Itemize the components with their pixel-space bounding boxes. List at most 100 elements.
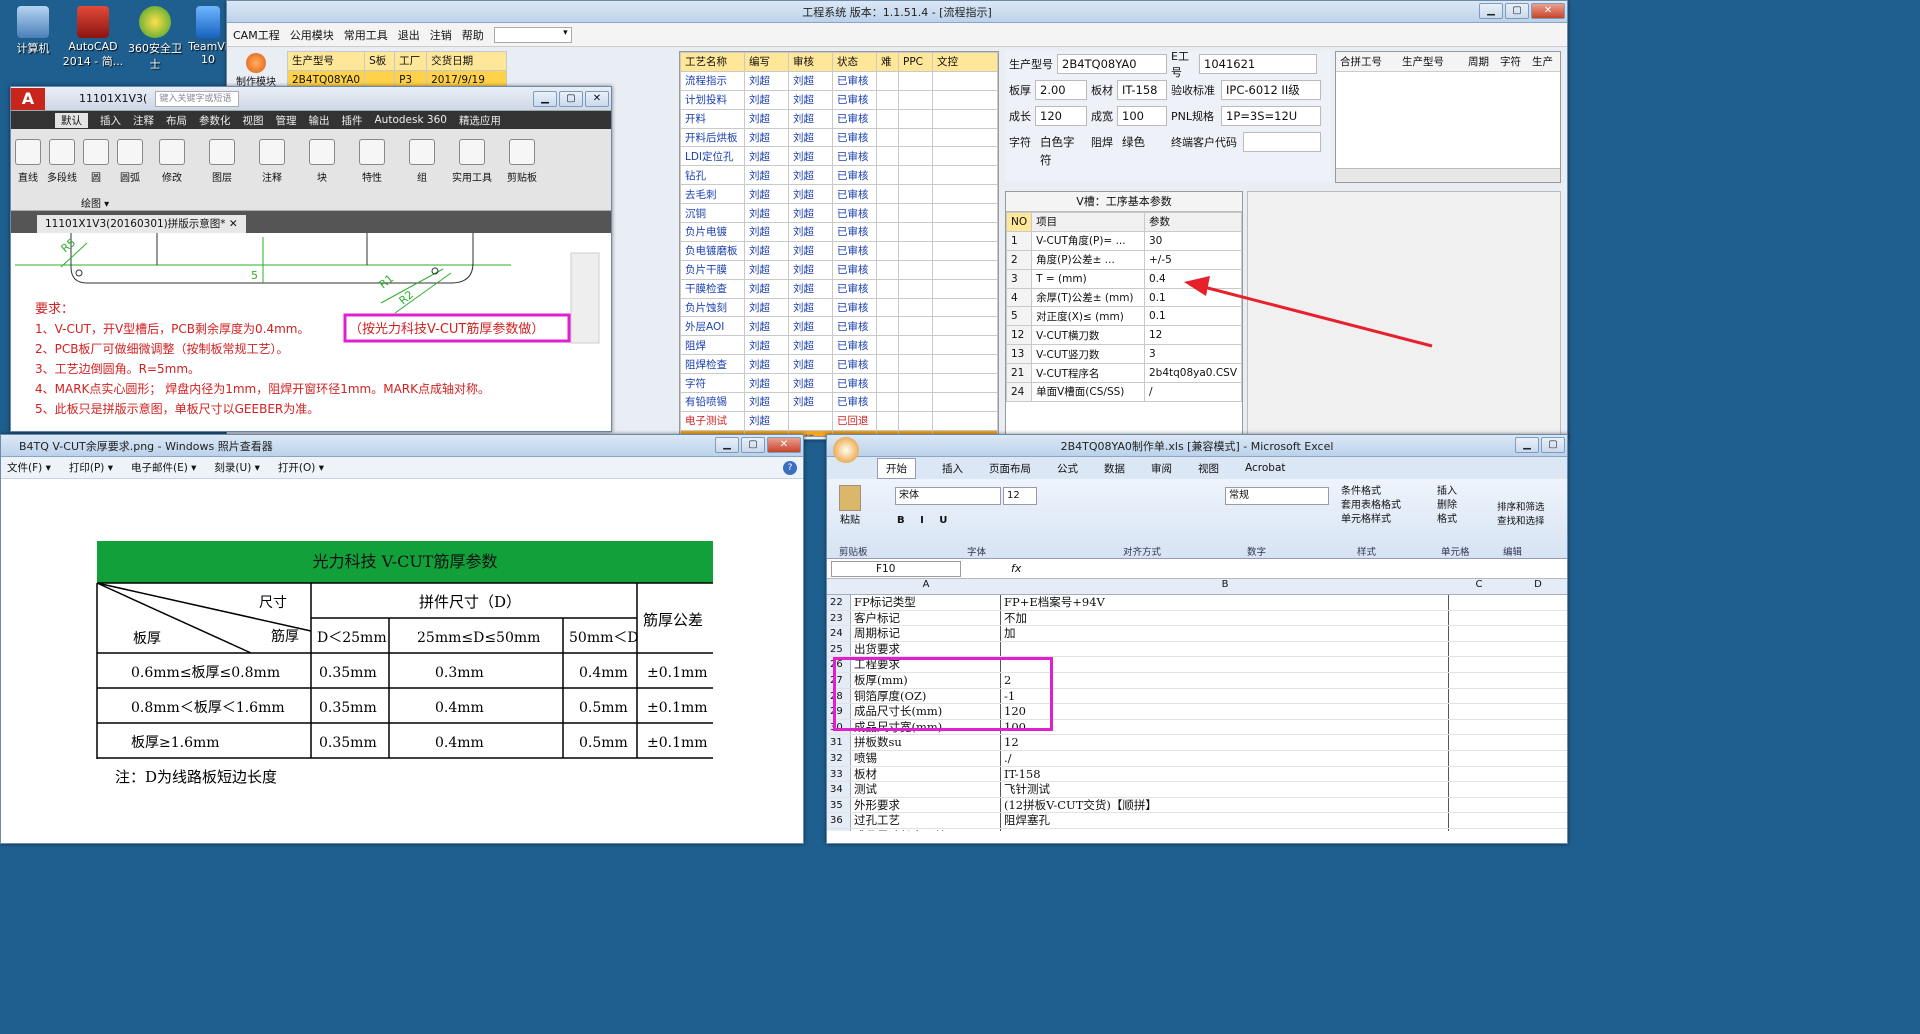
process-row[interactable]: 负电镀磨板 刘超 刘超 已审核: [680, 240, 998, 261]
viewer-menu-open[interactable]: 打开(O) ▾: [278, 460, 324, 475]
menu-help[interactable]: 帮助: [462, 27, 484, 43]
excel-tab[interactable]: 数据: [1104, 461, 1125, 476]
menu-cam[interactable]: CAM工程: [233, 27, 280, 43]
desktop-icon-computer[interactable]: 计算机: [2, 6, 64, 56]
sheet-cell[interactable]: 2: [1001, 672, 1449, 688]
viewer-close-button[interactable]: ✕: [767, 437, 801, 453]
mask-field[interactable]: 绿色: [1117, 132, 1167, 152]
cad-tool-button[interactable]: 组: [397, 133, 447, 210]
excel-tab[interactable]: 页面布局: [989, 461, 1031, 476]
close-button[interactable]: ✕: [1531, 3, 1565, 19]
desktop-icon-teamviewer[interactable]: TeamVi 10: [188, 6, 228, 66]
prod-field[interactable]: 2B4TQ08YA0: [1057, 54, 1167, 74]
excel-maximize-button[interactable]: ▢: [1541, 437, 1565, 453]
row-header[interactable]: 25: [827, 641, 851, 657]
insert-cells-button[interactable]: 插入: [1437, 485, 1457, 499]
process-row[interactable]: 沉铜 刘超 刘超 已审核: [680, 203, 998, 224]
cad-tool-button[interactable]: 剪贴板: [497, 133, 547, 210]
row-header[interactable]: 36: [827, 813, 851, 828]
process-row[interactable]: 计划投料 刘超 刘超 已审核: [680, 89, 998, 110]
vcut-row[interactable]: 24 单面V槽面(CS/SS) /: [1005, 382, 1243, 402]
cad-maximize-button[interactable]: ▢: [559, 91, 583, 107]
menu-exit[interactable]: 退出: [398, 27, 420, 43]
cad-search-input[interactable]: 键入关键字或短语: [155, 90, 240, 107]
sheet-cell[interactable]: 100: [1001, 719, 1449, 735]
sheet-cell[interactable]: 出货要求: [851, 641, 1001, 657]
viewer-minimize-button[interactable]: ▁: [715, 437, 739, 453]
cad-tab[interactable]: Autodesk 360: [375, 114, 447, 126]
char-field[interactable]: 白色字符: [1035, 132, 1087, 167]
process-row[interactable]: 钻孔 刘超 刘超 已审核: [680, 165, 998, 186]
menu-common[interactable]: 公用模块: [290, 27, 334, 43]
viewer-menu-email[interactable]: 电子邮件(E) ▾: [131, 460, 196, 475]
row-header[interactable]: 37: [827, 828, 851, 831]
cad-tool-button[interactable]: 特性: [347, 133, 397, 210]
sheet-cell[interactable]: 阻焊塞孔: [1001, 813, 1449, 828]
sheet-cell[interactable]: 12: [1001, 735, 1449, 750]
cad-tool-button[interactable]: 块: [297, 133, 347, 210]
merge-scrollbar[interactable]: [1336, 168, 1560, 182]
row-header[interactable]: 22: [827, 595, 851, 610]
cad-tool-button[interactable]: 圆弧: [113, 133, 147, 210]
process-row[interactable]: 流程指示 刘超 刘超 已审核: [680, 70, 998, 91]
process-row[interactable]: 有铅喷锡 刘超 刘超 已审核: [680, 392, 998, 412]
table-format-button[interactable]: 套用表格格式: [1341, 499, 1401, 513]
vcut-row[interactable]: 1 V-CUT角度(P)= ... 30: [1005, 230, 1243, 251]
sheet-cell[interactable]: [1001, 657, 1449, 672]
row-header[interactable]: 33: [827, 766, 851, 782]
length-field[interactable]: 120: [1035, 106, 1087, 126]
excel-tab[interactable]: 开始: [877, 457, 916, 479]
cad-minimize-button[interactable]: ▁: [533, 91, 557, 107]
menu-combo[interactable]: ▾: [493, 26, 572, 43]
cad-tab[interactable]: 注释: [133, 113, 154, 128]
excel-tab[interactable]: 插入: [942, 461, 963, 476]
process-row[interactable]: 负片电镀 刘超 刘超 已审核: [680, 222, 998, 242]
name-box[interactable]: F10: [831, 560, 961, 577]
sheet-cell[interactable]: 成品尺寸长宽公差: [851, 828, 1001, 831]
cad-tool-button[interactable]: 注释: [247, 133, 297, 210]
cell-style-button[interactable]: 单元格样式: [1341, 513, 1401, 527]
viewer-menu-file[interactable]: 文件(F) ▾: [7, 460, 51, 475]
office-button[interactable]: [833, 437, 859, 463]
process-row[interactable]: 阻焊 刘超 刘超 已审核: [680, 335, 998, 356]
cad-tab[interactable]: 输出: [309, 113, 330, 128]
sheet-cell[interactable]: 周期标记: [851, 626, 1001, 641]
sheet-cell[interactable]: (+/-0.15mm): [1001, 828, 1449, 831]
sheet-cell[interactable]: FP标记类型: [851, 595, 1001, 610]
cad-tab[interactable]: 参数化: [199, 113, 231, 128]
excel-tab[interactable]: 视图: [1198, 461, 1219, 476]
desktop-icon-autocad[interactable]: AutoCAD 2014 - 简...: [62, 6, 124, 69]
cad-tool-button[interactable]: 实用工具: [447, 133, 497, 210]
process-row[interactable]: 字符 刘超 刘超 已审核: [680, 373, 998, 394]
help-icon[interactable]: ?: [783, 460, 797, 475]
cad-tool-button[interactable]: 多段线: [45, 133, 79, 210]
cad-close-button[interactable]: ✕: [585, 91, 609, 107]
material-field[interactable]: IT-158: [1117, 80, 1167, 100]
menu-tools[interactable]: 常用工具: [344, 27, 388, 43]
font-size-select[interactable]: 12: [1003, 487, 1037, 505]
cad-tab[interactable]: 插入: [100, 113, 121, 128]
col-header-a[interactable]: A: [851, 579, 1001, 594]
sheet-cell[interactable]: (12拼板V-CUT交货)【顺拼】: [1001, 797, 1449, 813]
process-row[interactable]: 开料 刘超 刘超 已审核: [680, 108, 998, 129]
cad-tab[interactable]: 默认: [55, 112, 88, 128]
pnl-field[interactable]: 1P=3S=12U: [1221, 106, 1321, 126]
process-row[interactable]: 负片干膜 刘超 刘超 已审核: [680, 259, 998, 280]
viewer-menu-burn[interactable]: 刻录(U) ▾: [214, 460, 260, 475]
process-row[interactable]: 干膜检查 刘超 刘超 已审核: [680, 278, 998, 299]
col-header-d[interactable]: D: [1509, 579, 1567, 594]
e-number-field[interactable]: 1041621: [1199, 54, 1317, 74]
maximize-button[interactable]: ▢: [1505, 3, 1529, 19]
cad-tool-button[interactable]: 修改: [147, 133, 197, 210]
sheet-cell[interactable]: 加: [1001, 626, 1449, 641]
viewer-maximize-button[interactable]: ▢: [741, 437, 765, 453]
row-header[interactable]: 24: [827, 626, 851, 641]
sheet-cell[interactable]: 不加: [1001, 610, 1449, 626]
vcut-row[interactable]: 21 V-CUT程序名 2b4tq08ya0.CSV: [1005, 363, 1243, 384]
cad-tab[interactable]: 视图: [243, 113, 264, 128]
format-cells-button[interactable]: 格式: [1437, 513, 1457, 527]
delete-cells-button[interactable]: 删除: [1437, 499, 1457, 513]
thickness-field[interactable]: 2.00: [1035, 80, 1087, 100]
desktop-icon-360[interactable]: 360安全卫士: [124, 6, 186, 72]
excel-tab[interactable]: 公式: [1057, 461, 1078, 476]
